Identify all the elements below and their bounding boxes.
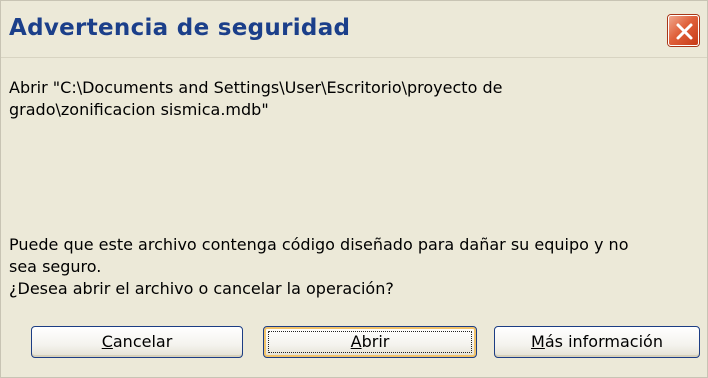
- dialog-body: Abrir "C:\Documents and Settings\User\Es…: [1, 58, 707, 378]
- focus-rectangle: [268, 331, 472, 353]
- more-info-button[interactable]: Más información: [494, 326, 700, 358]
- title-bar[interactable]: Advertencia de seguridad: [1, 1, 707, 58]
- message-line-2: grado\zonificacion sismica.mdb": [9, 100, 269, 119]
- message-line-1: Abrir "C:\Documents and Settings\User\Es…: [9, 78, 503, 97]
- cancel-button[interactable]: Cancelar: [31, 326, 243, 358]
- more-info-label: ás información: [544, 332, 663, 351]
- warning-line-1: Puede que este archivo contenga código d…: [9, 235, 629, 254]
- open-button[interactable]: Abrir: [263, 326, 477, 358]
- cancel-mnemonic: C: [101, 332, 113, 351]
- warning-line-2: sea seguro.: [9, 257, 102, 276]
- question-text: ¿Desea abrir el archivo o cancelar la op…: [9, 279, 394, 298]
- close-button[interactable]: [668, 15, 699, 46]
- cancel-label: ancelar: [112, 332, 173, 351]
- security-warning-dialog: Advertencia de seguridad Abrir "C:\Docum…: [0, 0, 708, 378]
- dialog-title: Advertencia de seguridad: [9, 15, 351, 41]
- close-icon: [676, 23, 693, 40]
- more-info-mnemonic: M: [531, 332, 545, 351]
